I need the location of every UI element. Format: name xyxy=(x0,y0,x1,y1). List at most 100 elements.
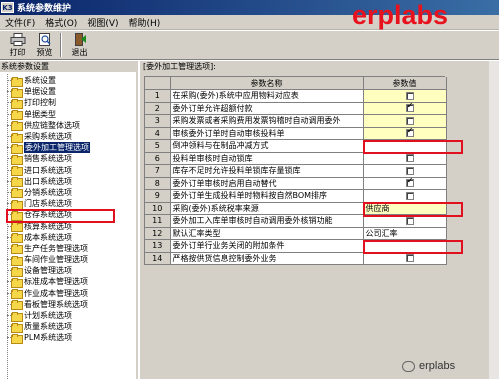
tree-item[interactable]: 计划系统选项 xyxy=(0,310,136,322)
tree-item[interactable]: PLM系统选项 xyxy=(0,332,136,344)
param-checkbox[interactable] xyxy=(405,191,414,200)
tree-item-label: 生产任务管理选项 xyxy=(24,243,88,253)
tree-item-label: 打印控制 xyxy=(24,98,56,108)
tree-item-label: 销售系统选项 xyxy=(24,154,72,164)
row-number-header xyxy=(145,77,171,90)
option-row[interactable]: 2 委外订单允许超额付款 xyxy=(145,102,447,115)
param-checkbox[interactable] xyxy=(405,154,414,163)
param-name: 严格按供货信息控制委外业务 xyxy=(170,252,364,265)
row-number: 14 xyxy=(145,252,171,265)
tree-item[interactable]: 打印控制 xyxy=(0,97,136,109)
tree-item[interactable]: 销售系统选项 xyxy=(0,153,136,165)
tree-item-label: 设备管理选项 xyxy=(24,266,72,276)
settings-tree: 系统设置 单据设置 打印控制 单据类型 供应链整体选项 采购系统选项 委外加工管理选项 销售系… xyxy=(0,72,136,379)
tree-item-label: 车间作业管理选项 xyxy=(24,255,88,265)
tree-item[interactable]: 门店系统选项 xyxy=(0,198,136,210)
tree-item[interactable]: 委外加工管理选项 xyxy=(0,142,136,154)
tree-item[interactable]: 进口系统选项 xyxy=(0,165,136,177)
param-value-cell[interactable] xyxy=(363,114,447,128)
param-name: 采购发票或者采购费用发票钩稽时自动调用委外 xyxy=(170,114,364,128)
menu-help[interactable]: 帮助(H) xyxy=(124,16,166,29)
param-value-cell[interactable] xyxy=(363,177,447,190)
tree-item[interactable]: 采购系统选项 xyxy=(0,131,136,143)
param-checkbox[interactable] xyxy=(405,127,414,138)
vertical-scrollbar[interactable] xyxy=(489,61,499,379)
param-checkbox[interactable] xyxy=(405,177,414,188)
tree-item-label: 委外加工管理选项 xyxy=(24,142,90,154)
tree-item-label: 进口系统选项 xyxy=(24,165,72,175)
tree-item[interactable]: 单据设置 xyxy=(0,86,136,98)
options-grid: 参数名称 参数值 1在采购(委外)系统中应用物料对应表2委外订单允许超额付款3采… xyxy=(144,76,463,265)
tree-item[interactable]: 成本系统选项 xyxy=(0,232,136,244)
param-value-cell[interactable]: 公司汇率 xyxy=(363,227,447,240)
option-row[interactable]: 4 审核委外订单时自动审核投料单 xyxy=(145,127,447,140)
option-row[interactable]: 1 在采购(委外)系统中应用物料对应表 xyxy=(145,89,447,103)
window-title: 系统参数维护 xyxy=(17,4,72,14)
param-checkbox[interactable] xyxy=(405,102,414,113)
param-name: 投料单审核时自动锁库 xyxy=(170,152,364,165)
param-value-cell[interactable] xyxy=(363,89,447,103)
param-name-header: 参数名称 xyxy=(170,77,364,90)
folder-icon xyxy=(11,300,23,311)
param-checkbox[interactable] xyxy=(405,166,414,175)
tree-item-label: 计划系统选项 xyxy=(24,311,72,321)
param-value-cell[interactable] xyxy=(363,189,447,203)
param-checkbox[interactable] xyxy=(405,91,414,100)
tree-item[interactable]: 看板管理系统选项 xyxy=(0,299,136,311)
footer-watermark: erplabs xyxy=(402,360,455,372)
tree-item-label: 作业成本管理选项 xyxy=(24,288,88,298)
menu-format[interactable]: 格式(O) xyxy=(40,16,82,29)
tree-item[interactable]: 系统设置 xyxy=(0,75,136,87)
param-checkbox[interactable] xyxy=(405,254,414,263)
tree-item[interactable]: 单据类型 xyxy=(0,109,136,121)
row-number: 2 xyxy=(145,102,171,115)
param-value-cell[interactable] xyxy=(363,164,447,178)
folder-icon xyxy=(11,143,23,154)
folder-icon xyxy=(11,311,23,322)
row-number: 10 xyxy=(145,202,171,215)
option-row[interactable]: 12 默认汇率类型 公司汇率 xyxy=(145,227,447,240)
erplabs-logo: erplabs xyxy=(352,0,449,30)
option-row[interactable]: 3 采购发票或者采购费用发票钩稽时自动调用委外 xyxy=(145,114,447,128)
menu-view[interactable]: 视图(V) xyxy=(82,16,123,29)
option-row[interactable]: 8 委外订单审核时启用自动替代 xyxy=(145,177,447,190)
param-name: 库存不足时允许投料单锁库存量锁库 xyxy=(170,164,364,178)
app-icon: K3 xyxy=(1,2,14,13)
footer-watermark-text: erplabs xyxy=(419,360,456,372)
option-row[interactable]: 7 库存不足时允许投料单锁库存量锁库 xyxy=(145,164,447,178)
tree-header: 系统参数设置 xyxy=(0,61,136,72)
param-checkbox[interactable] xyxy=(405,116,414,125)
option-row[interactable]: 9 委外订单生成投料单时物料按自然BOM排序 xyxy=(145,189,447,203)
row-number: 1 xyxy=(145,89,171,103)
folder-icon xyxy=(11,222,23,233)
param-name: 委外加工入库单审核时自动调用委外核销功能 xyxy=(170,214,364,228)
print-label: 打印 xyxy=(9,48,26,57)
tree-item[interactable]: 生产任务管理选项 xyxy=(0,243,136,255)
param-value-cell[interactable] xyxy=(363,102,447,115)
exit-button[interactable]: 退出 xyxy=(66,31,93,58)
tree-item-label: 看板管理系统选项 xyxy=(24,299,88,309)
menu-file[interactable]: 文件(F) xyxy=(0,16,40,29)
tree-item[interactable]: 供应链整体选项 xyxy=(0,120,136,132)
folder-icon xyxy=(11,188,23,199)
folder-icon xyxy=(11,177,23,188)
tree-item[interactable]: 设备管理选项 xyxy=(0,265,136,277)
param-name: 默认汇率类型 xyxy=(170,227,364,240)
param-checkbox[interactable] xyxy=(405,216,414,225)
tree-item[interactable]: 车间作业管理选项 xyxy=(0,254,136,266)
folder-icon xyxy=(11,233,23,244)
tree-item[interactable]: 出口系统选项 xyxy=(0,176,136,188)
tree-item-label: 采购系统选项 xyxy=(24,132,72,142)
preview-button[interactable]: 预览 xyxy=(31,31,58,58)
selection-highlight-box xyxy=(6,209,115,223)
tree-item[interactable]: 标准成本管理选项 xyxy=(0,276,136,288)
tree-item[interactable]: 质量系统选项 xyxy=(0,321,136,333)
param-value-cell[interactable] xyxy=(363,127,447,140)
row-number: 3 xyxy=(145,114,171,128)
param-value-text: 公司汇率 xyxy=(365,228,398,238)
print-button[interactable]: 打印 xyxy=(4,31,31,58)
tree-item-label: 单据类型 xyxy=(24,109,56,119)
tree-item[interactable]: 分销系统选项 xyxy=(0,187,136,199)
tree-item[interactable]: 作业成本管理选项 xyxy=(0,288,136,300)
param-name: 委外订单生成投料单时物料按自然BOM排序 xyxy=(170,189,364,203)
